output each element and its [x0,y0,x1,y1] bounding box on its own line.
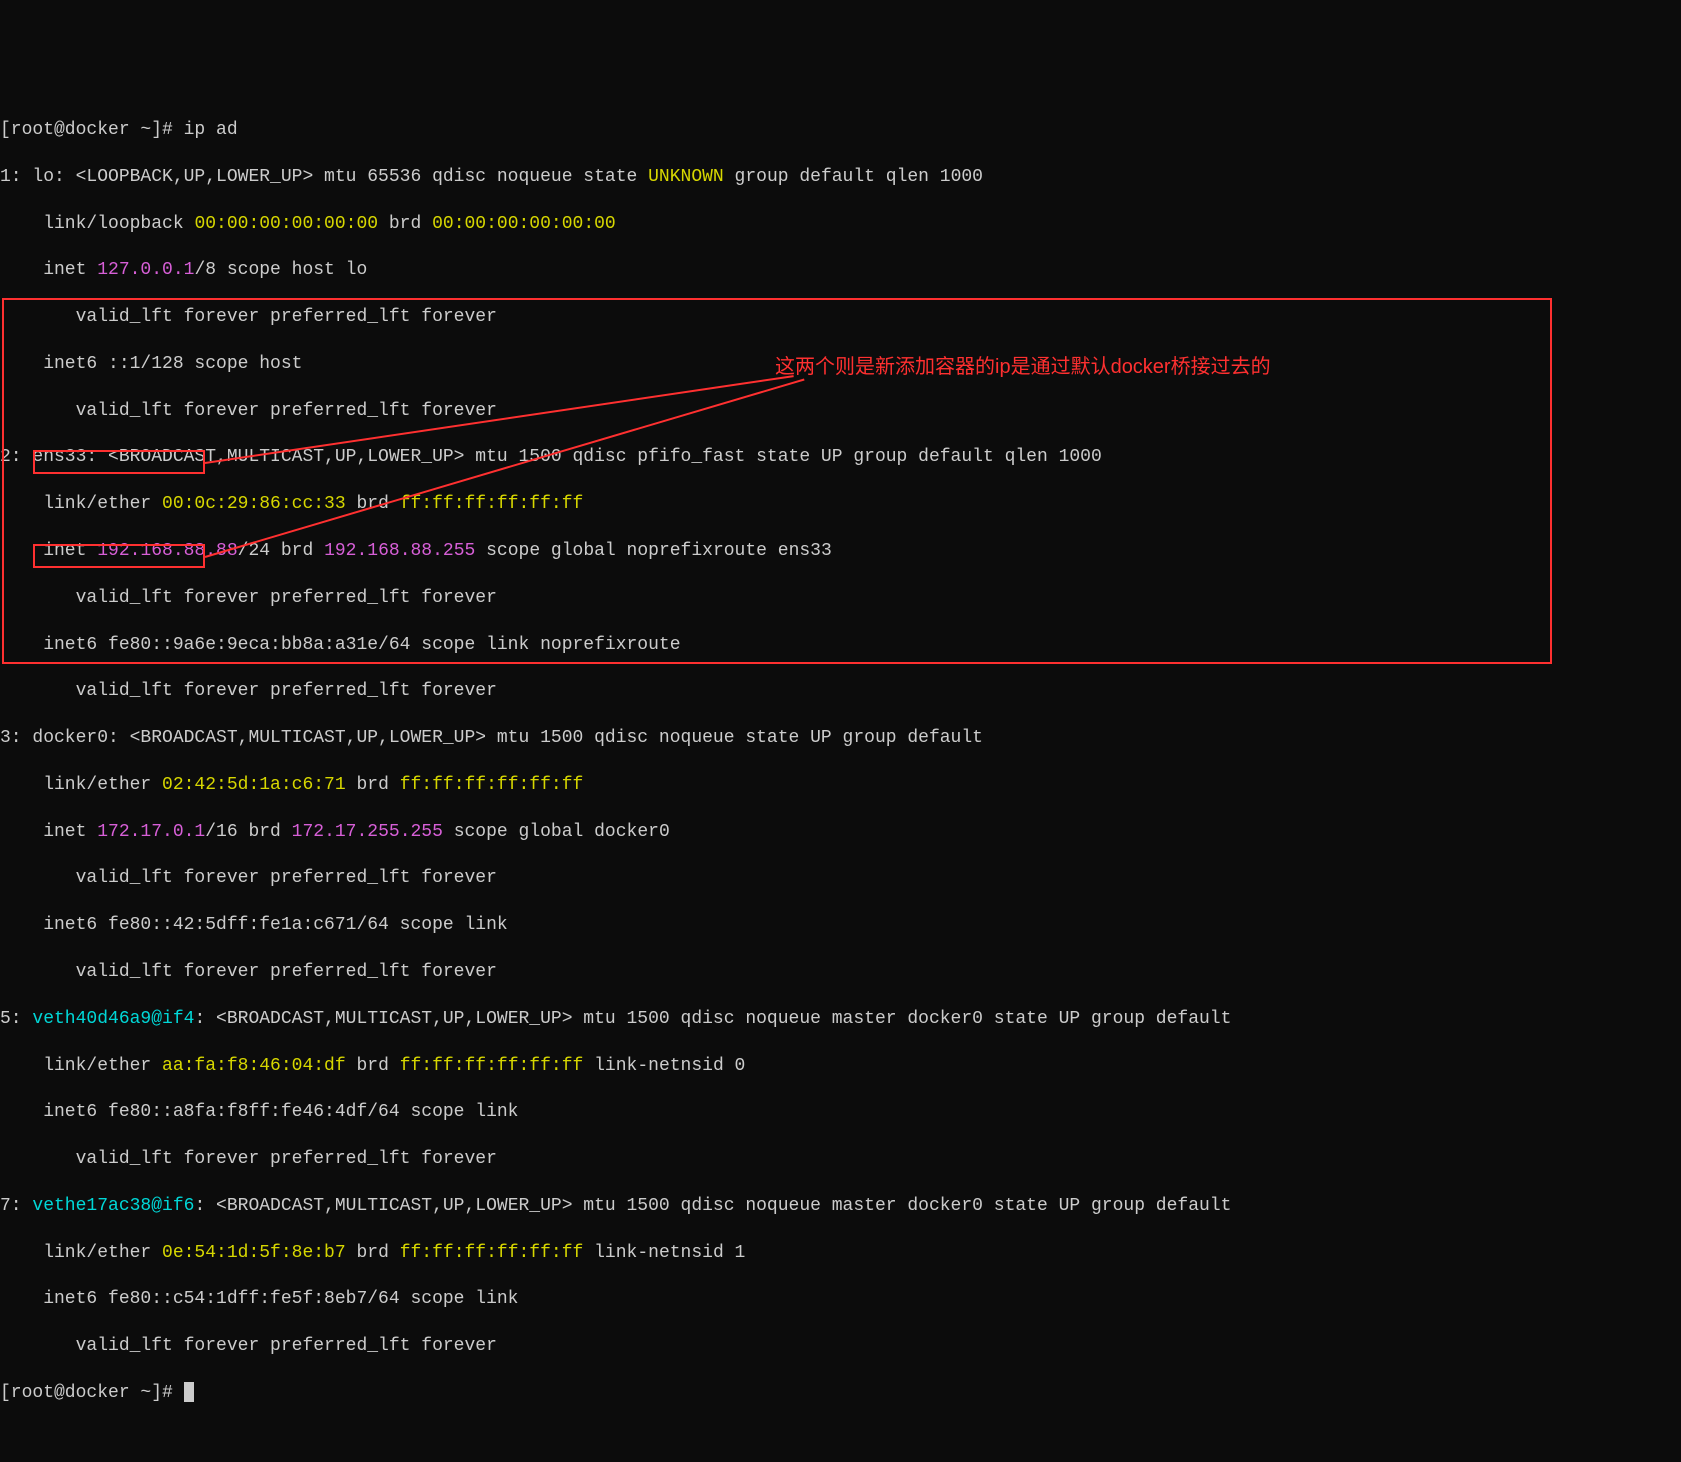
iface-veth7-valid6: valid_lft forever preferred_lft forever [0,1335,1681,1358]
iface-veth5-link: link/ether aa:fa:f8:46:04:df brd ff:ff:f… [0,1055,1681,1078]
iface-lo-header: 1: lo: <LOOPBACK,UP,LOWER_UP> mtu 65536 … [0,166,1681,189]
prompt-line[interactable]: [root@docker ~]# [0,1382,1681,1405]
iface-docker0-inet: inet 172.17.0.1/16 brd 172.17.255.255 sc… [0,821,1681,844]
terminal-output: [root@docker ~]# ip ad 1: lo: <LOOPBACK,… [0,96,1681,1429]
iface-veth7-inet6: inet6 fe80::c54:1dff:fe5f:8eb7/64 scope … [0,1288,1681,1311]
iface-veth7-link: link/ether 0e:54:1d:5f:8e:b7 brd ff:ff:f… [0,1242,1681,1265]
iface-veth7-header: 7: vethe17ac38@if6: <BROADCAST,MULTICAST… [0,1195,1681,1218]
iface-veth5-inet6: inet6 fe80::a8fa:f8ff:fe46:4df/64 scope … [0,1101,1681,1124]
iface-lo-valid: valid_lft forever preferred_lft forever [0,306,1681,329]
iface-ens33-inet6: inet6 fe80::9a6e:9eca:bb8a:a31e/64 scope… [0,634,1681,657]
annotation-text: 这两个则是新添加容器的ip是通过默认docker桥接过去的 [775,354,1271,380]
iface-veth5-header: 5: veth40d46a9@if4: <BROADCAST,MULTICAST… [0,1008,1681,1031]
iface-docker0-link: link/ether 02:42:5d:1a:c6:71 brd ff:ff:f… [0,774,1681,797]
iface-ens33-link: link/ether 00:0c:29:86:cc:33 brd ff:ff:f… [0,493,1681,516]
iface-docker0-inet6: inet6 fe80::42:5dff:fe1a:c671/64 scope l… [0,914,1681,937]
iface-docker0-valid: valid_lft forever preferred_lft forever [0,867,1681,890]
iface-ens33-valid: valid_lft forever preferred_lft forever [0,587,1681,610]
iface-docker0-valid6: valid_lft forever preferred_lft forever [0,961,1681,984]
iface-ens33-header: 2: ens33: <BROADCAST,MULTICAST,UP,LOWER_… [0,446,1681,469]
iface-lo-valid6: valid_lft forever preferred_lft forever [0,400,1681,423]
command-line: [root@docker ~]# ip ad [0,119,1681,142]
iface-veth5-valid6: valid_lft forever preferred_lft forever [0,1148,1681,1171]
cursor [184,1382,194,1402]
iface-lo-inet: inet 127.0.0.1/8 scope host lo [0,259,1681,282]
iface-ens33-valid6: valid_lft forever preferred_lft forever [0,680,1681,703]
iface-lo-link: link/loopback 00:00:00:00:00:00 brd 00:0… [0,213,1681,236]
